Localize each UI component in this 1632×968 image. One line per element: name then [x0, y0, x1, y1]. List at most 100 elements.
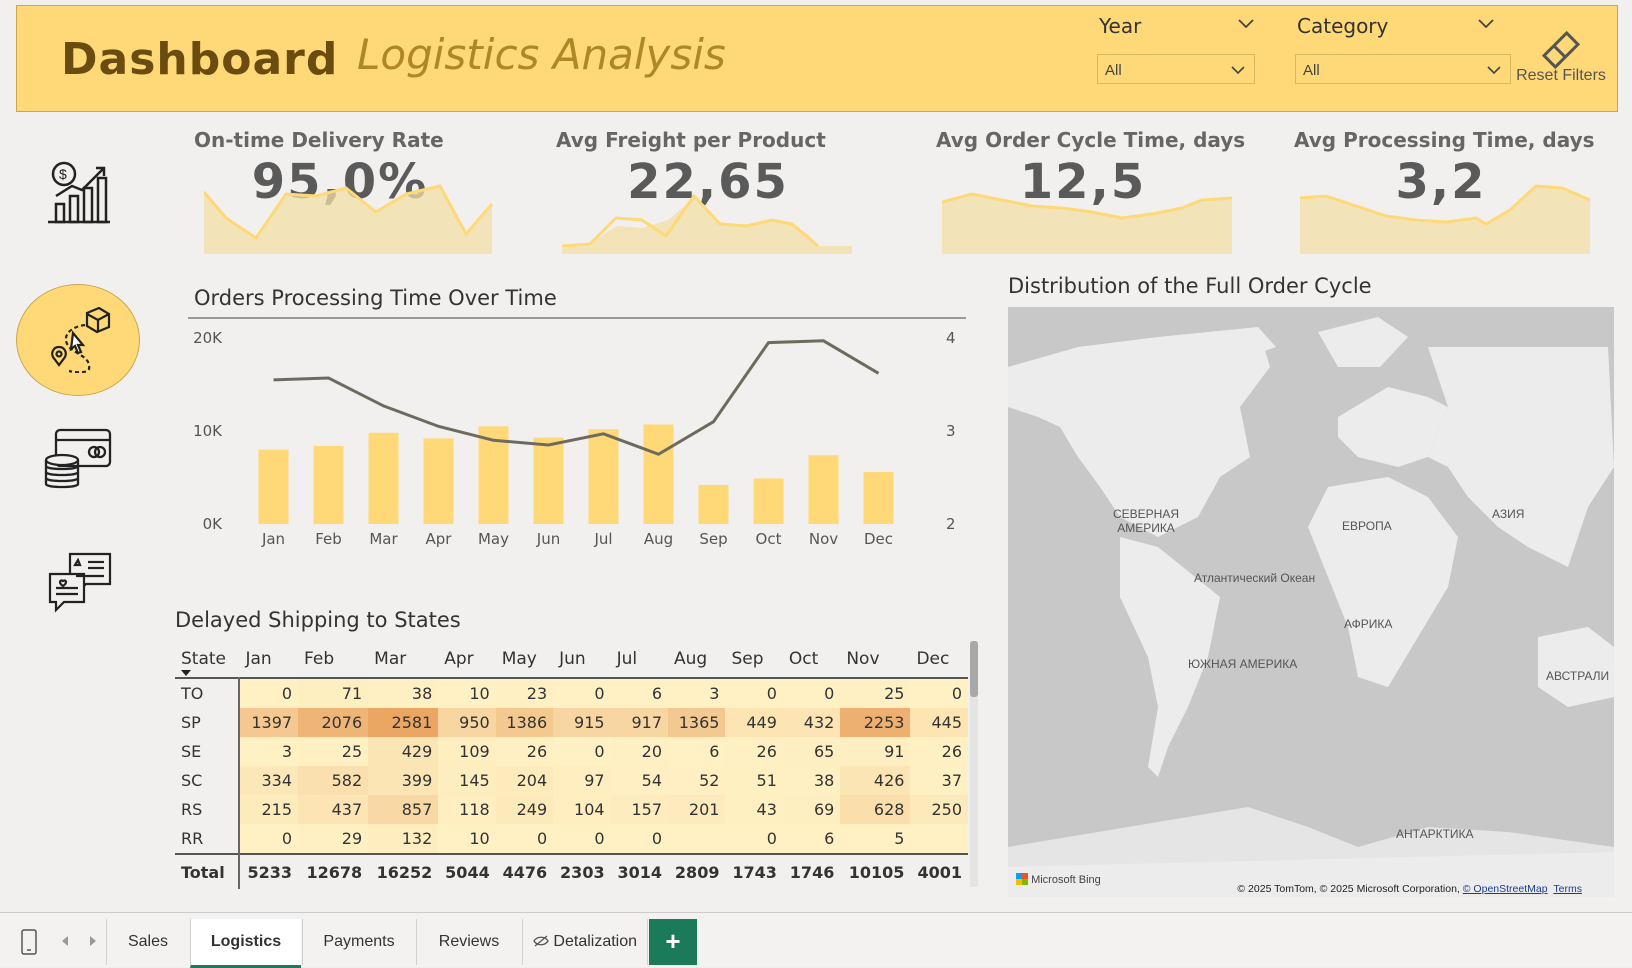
value-cell: 26: [725, 737, 783, 766]
value-cell: 0: [495, 824, 554, 854]
total-cell: 2303: [553, 853, 611, 889]
bar-mar[interactable]: [368, 432, 399, 524]
prev-page-icon[interactable]: [60, 935, 70, 947]
bar-jan[interactable]: [258, 449, 289, 524]
bar-nov[interactable]: [808, 455, 839, 524]
state-cell: SC: [175, 766, 241, 795]
column-header-month[interactable]: Jan: [239, 641, 298, 678]
sales-chart-icon[interactable]: $: [42, 158, 114, 228]
total-cell: 5044: [438, 853, 496, 889]
total-cell: 4001: [910, 853, 968, 889]
logistics-nav-button[interactable]: [16, 284, 140, 396]
state-cell: RR: [175, 824, 241, 854]
sort-desc-icon[interactable]: [181, 670, 191, 676]
column-header-state[interactable]: State: [175, 641, 239, 678]
tab-payments[interactable]: Payments: [302, 919, 415, 965]
total-cell: 2809: [668, 853, 726, 889]
x-tick-label: Dec: [864, 530, 893, 548]
column-header-month[interactable]: Feb: [298, 641, 368, 678]
payments-card-coins-icon[interactable]: [42, 428, 114, 490]
bar-jun[interactable]: [533, 437, 564, 524]
report-canvas: Dashboard Logistics Analysis Year All Ca…: [0, 0, 1632, 912]
reviews-chat-icon[interactable]: [48, 552, 112, 616]
bar-dec[interactable]: [863, 471, 894, 524]
value-cell: 445: [910, 708, 968, 737]
value-cell: 1365: [668, 708, 726, 737]
reset-filters-button[interactable]: Reset Filters: [1511, 28, 1611, 85]
column-header-month[interactable]: Apr: [438, 641, 495, 678]
year-slicer[interactable]: Year All: [1081, 14, 1255, 84]
column-header-month[interactable]: Dec: [910, 641, 968, 678]
map-label-australia: АВСТРАЛИ: [1546, 669, 1610, 683]
bar-oct[interactable]: [753, 478, 784, 524]
value-cell: 69: [782, 795, 841, 824]
x-tick-label: Feb: [315, 530, 342, 548]
column-header-month[interactable]: Aug: [668, 641, 725, 678]
table-scrollbar-thumb[interactable]: [970, 641, 978, 697]
column-header-month[interactable]: Jul: [611, 641, 668, 678]
add-page-button[interactable]: +: [649, 919, 697, 965]
column-header-month[interactable]: May: [496, 641, 553, 678]
kpi-card-order-cycle: Avg Order Cycle Time, days 12,5: [928, 118, 1245, 258]
value-cell: 157: [610, 795, 669, 824]
value-cell: 2581: [368, 708, 439, 737]
bar-feb[interactable]: [313, 445, 344, 524]
column-header-month[interactable]: Jun: [553, 641, 610, 678]
value-cell: 917: [610, 708, 669, 737]
next-page-icon[interactable]: [88, 935, 98, 947]
combo-chart[interactable]: Jan Feb Mar Apr May Jun Jul Aug Sep Oct Nov Dec20K1…: [186, 316, 976, 556]
table-row[interactable]: SC 334 582 399 145 204 97 54 52 51 38 426 37: [175, 766, 968, 795]
year-dropdown-value: All: [1105, 62, 1122, 79]
year-dropdown[interactable]: All: [1097, 54, 1255, 84]
value-cell: 25: [298, 737, 369, 766]
value-cell: 0: [239, 824, 299, 854]
map-land-shapes: [1008, 317, 1614, 897]
chevron-down-icon[interactable]: [1237, 18, 1255, 30]
processing-time-line: [273, 339, 880, 456]
tab-logistics[interactable]: Logistics: [190, 919, 301, 968]
chevron-down-icon[interactable]: [1477, 18, 1495, 30]
value-cell: 0: [553, 824, 611, 854]
table-row[interactable]: RR 0 29 132 10 0 0 0 0 6 5: [175, 824, 968, 854]
tab-sales[interactable]: Sales: [106, 919, 189, 965]
terms-link[interactable]: Terms: [1553, 883, 1582, 895]
x-tick-label: Mar: [369, 530, 398, 548]
delayed-shipping-table[interactable]: State Jan Feb Mar Apr May Jun Jul Aug Sep Oct Nov De…: [175, 641, 968, 889]
value-cell: 132: [368, 824, 439, 854]
column-header-month[interactable]: Nov: [840, 641, 910, 678]
kpi-sparkline: [562, 193, 852, 254]
column-header-month[interactable]: Sep: [725, 641, 782, 678]
y-right-tick-label: 3: [946, 422, 956, 440]
value-cell: 204: [495, 766, 554, 795]
category-slicer[interactable]: Category All: [1281, 14, 1511, 84]
kpi-card-processing-time: Avg Processing Time, days 3,2: [1286, 118, 1596, 258]
column-header-month[interactable]: Oct: [783, 641, 840, 678]
table-row[interactable]: RS 215 437 857 118 249 104 157 201 43 69 628 250: [175, 795, 968, 824]
map-label-south-america: ЮЖНАЯ АМЕРИКА: [1188, 657, 1298, 671]
mobile-layout-icon[interactable]: [20, 929, 38, 955]
table-total-row: Total 5233 12678 16252 5044 4476 2303 3014 2809 1…: [175, 853, 968, 889]
osm-link[interactable]: © OpenStreetMap: [1463, 883, 1548, 895]
bar-sep[interactable]: [698, 484, 729, 524]
bar-apr[interactable]: [423, 438, 454, 524]
value-cell: 250: [910, 795, 968, 824]
world-map[interactable]: СЕВЕРНАЯ АМЕРИКА ЕВРОПА АЗИЯ Атлантическ…: [1008, 307, 1614, 897]
value-cell: 0: [782, 678, 841, 708]
table-row[interactable]: TO 0 71 38 10 23 0 6 3 0 0 25 0: [175, 678, 968, 708]
table-row[interactable]: SE 3 25 429 109 26 0 20 6 26 65 91 26: [175, 737, 968, 766]
column-header-month[interactable]: Mar: [368, 641, 438, 678]
value-cell: 0: [553, 737, 611, 766]
value-cell: 37: [910, 766, 968, 795]
category-dropdown-value: All: [1303, 62, 1320, 79]
category-dropdown[interactable]: All: [1295, 54, 1511, 84]
kpi-sparkline: [204, 184, 494, 254]
table-scrollbar[interactable]: [970, 641, 978, 887]
tab-detalization[interactable]: Detalization: [522, 919, 648, 965]
table-row[interactable]: SP 1397 2076 2581 950 1386 915 917 1365 449 432 225…: [175, 708, 968, 737]
tab-reviews[interactable]: Reviews: [416, 919, 521, 965]
chevron-down-icon: [1487, 66, 1501, 75]
value-cell: 399: [368, 766, 439, 795]
value-cell: 20: [610, 737, 669, 766]
bar-jul[interactable]: [588, 429, 619, 524]
bar-aug[interactable]: [643, 424, 674, 524]
